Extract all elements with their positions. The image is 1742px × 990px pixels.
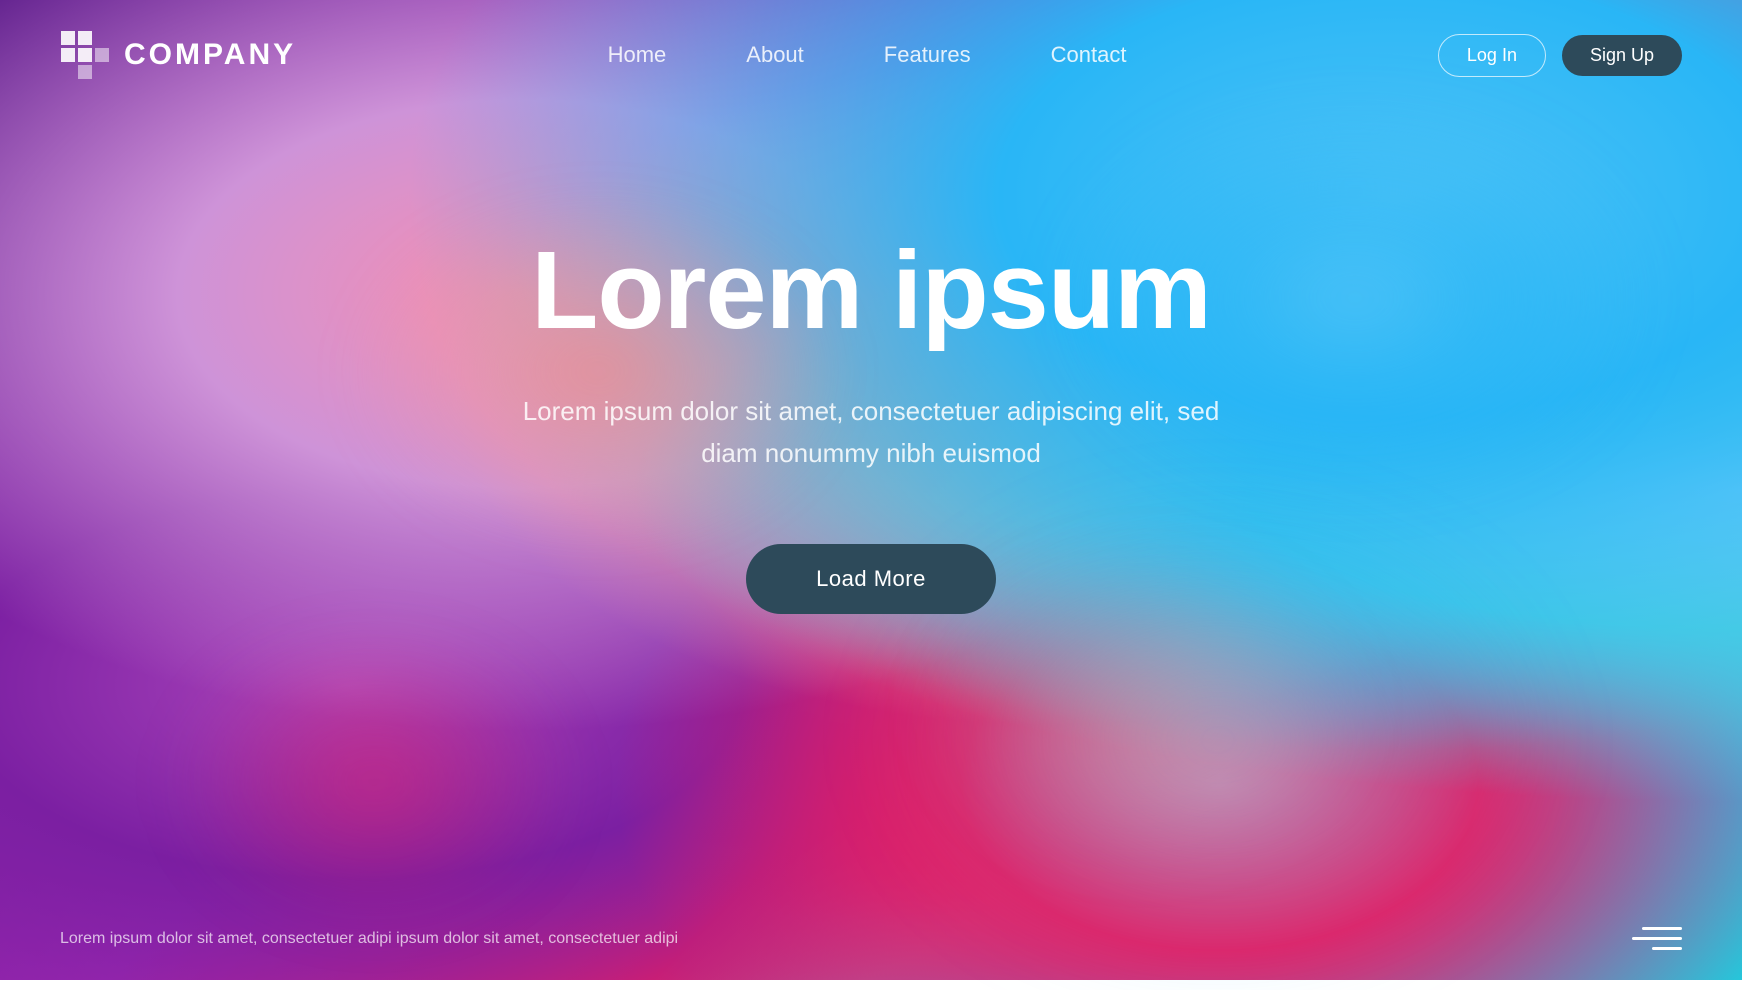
hamburger-line-3 bbox=[1652, 947, 1682, 950]
nav-actions: Log In Sign Up bbox=[1438, 34, 1682, 77]
load-more-button[interactable]: Load More bbox=[746, 544, 996, 614]
login-button[interactable]: Log In bbox=[1438, 34, 1546, 77]
logo[interactable]: COMPANY bbox=[60, 30, 296, 80]
footer-bar: Lorem ipsum dolor sit amet, consectetuer… bbox=[0, 897, 1742, 980]
nav-home[interactable]: Home bbox=[608, 42, 667, 68]
footer-text: Lorem ipsum dolor sit amet, consectetuer… bbox=[60, 930, 678, 948]
nav-contact[interactable]: Contact bbox=[1051, 42, 1127, 68]
nav-features[interactable]: Features bbox=[884, 42, 971, 68]
hero-subtitle: Lorem ipsum dolor sit amet, consectetuer… bbox=[511, 391, 1231, 474]
navbar: COMPANY Home About Features Contact Log … bbox=[0, 0, 1742, 110]
hamburger-menu-icon[interactable] bbox=[1632, 927, 1682, 950]
hero-title: Lorem ipsum bbox=[531, 230, 1211, 351]
hamburger-line-2 bbox=[1632, 937, 1682, 940]
nav-about[interactable]: About bbox=[746, 42, 804, 68]
nav-links: Home About Features Contact bbox=[608, 42, 1127, 68]
page-wrapper: COMPANY Home About Features Contact Log … bbox=[0, 0, 1742, 980]
brand-name: COMPANY bbox=[124, 38, 296, 72]
logo-icon bbox=[60, 30, 110, 80]
signup-button[interactable]: Sign Up bbox=[1562, 35, 1682, 76]
hero-section: Lorem ipsum Lorem ipsum dolor sit amet, … bbox=[0, 110, 1742, 614]
bg-blob-3 bbox=[174, 631, 574, 931]
hamburger-line-1 bbox=[1642, 927, 1682, 930]
